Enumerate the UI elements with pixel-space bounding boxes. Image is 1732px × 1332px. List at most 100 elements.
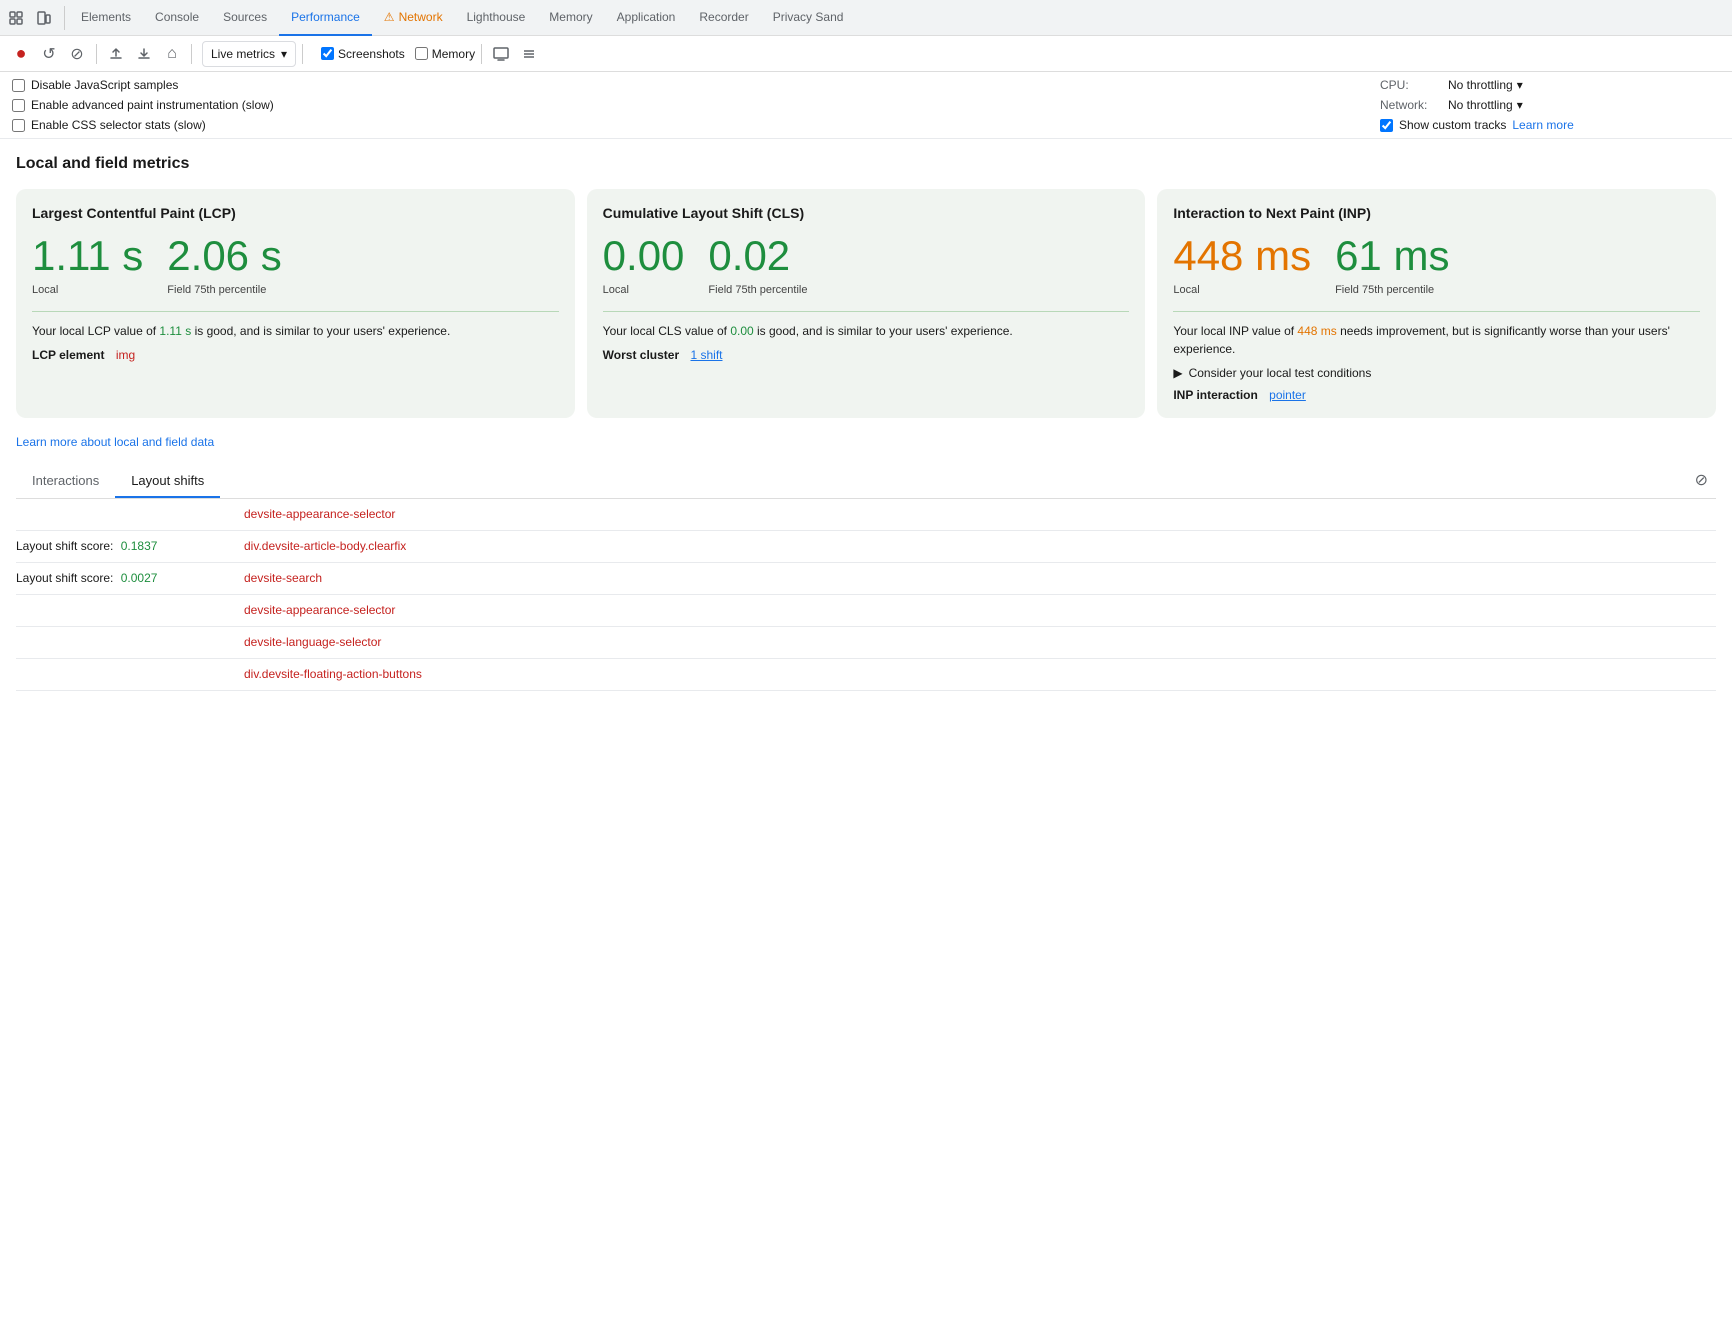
tab-application[interactable]: Application: [605, 0, 688, 36]
cls-field-label: Field 75th percentile: [708, 283, 807, 298]
disable-js-setting[interactable]: Disable JavaScript samples: [12, 78, 1380, 92]
inp-card-title: Interaction to Next Paint (INP): [1173, 205, 1700, 221]
warning-icon: ⚠: [384, 10, 395, 24]
inp-card: Interaction to Next Paint (INP) 448 ms L…: [1157, 189, 1716, 418]
list-item: Layout shift score: 0.0027 devsite-searc…: [16, 563, 1716, 595]
reload-button[interactable]: ↺: [36, 41, 62, 67]
screenshots-checkbox[interactable]: [321, 47, 334, 60]
cls-desc-suffix: is good, and is similar to your users' e…: [754, 324, 1013, 338]
toolbar-divider-2: [191, 44, 192, 64]
toolbar-divider-4: [481, 44, 482, 64]
cls-local-group: 0.00 Local: [603, 233, 685, 299]
inp-field-label: Field 75th percentile: [1335, 283, 1449, 298]
download-button[interactable]: [131, 41, 157, 67]
section-title: Local and field metrics: [16, 155, 1716, 173]
tab-lighthouse[interactable]: Lighthouse: [455, 0, 538, 36]
more-button[interactable]: [516, 41, 542, 67]
tab-network[interactable]: ⚠ ⚠ NetworkNetwork: [372, 0, 455, 36]
tab-memory[interactable]: Memory: [537, 0, 604, 36]
network-label: Network:: [1380, 98, 1440, 112]
lcp-element-row: LCP element img: [32, 348, 559, 362]
network-throttle-row: Network: No throttling ▾: [1380, 98, 1720, 112]
clear-button[interactable]: ⊘: [64, 41, 90, 67]
tab-console[interactable]: Console: [143, 0, 211, 36]
tab-interactions[interactable]: Interactions: [16, 465, 115, 498]
shift-label-1: Layout shift score: 0.1837: [16, 539, 236, 553]
metric-cards: Largest Contentful Paint (LCP) 1.11 s Lo…: [16, 189, 1716, 418]
custom-tracks-text: Show custom tracks: [1399, 118, 1506, 132]
shifts-list: devsite-appearance-selector Layout shift…: [16, 499, 1716, 691]
cls-field-group: 0.02 Field 75th percentile: [708, 233, 807, 299]
cpu-throttle-row: CPU: No throttling ▾: [1380, 78, 1720, 92]
cls-local-label: Local: [603, 283, 685, 298]
enable-paint-label: Enable advanced paint instrumentation (s…: [31, 98, 274, 112]
settings-left: Disable JavaScript samples Enable advanc…: [12, 78, 1380, 132]
memory-checkbox-label[interactable]: Memory: [415, 47, 475, 61]
lcp-description: Your local LCP value of 1.11 s is good, …: [32, 322, 559, 340]
devtools-tab-bar: Elements Console Sources Performance ⚠ ⚠…: [0, 0, 1732, 36]
lcp-local-value: 1.11 s: [32, 233, 143, 279]
tab-sources[interactable]: Sources: [211, 0, 279, 36]
cpu-dropdown-arrow: ▾: [1517, 78, 1523, 92]
enable-paint-checkbox[interactable]: [12, 99, 25, 112]
bottom-tabs: Interactions Layout shifts ⊘: [16, 465, 1716, 499]
shift-score-2: 0.0027: [121, 571, 158, 585]
inp-description: Your local INP value of 448 ms needs imp…: [1173, 322, 1700, 358]
cls-local-value: 0.00: [603, 233, 685, 279]
lcp-desc-suffix: is good, and is similar to your users' e…: [191, 324, 450, 338]
tab-layout-shifts[interactable]: Layout shifts: [115, 465, 220, 498]
list-item: devsite-language-selector: [16, 627, 1716, 659]
shift-label-2: Layout shift score: 0.0027: [16, 571, 236, 585]
enable-css-checkbox[interactable]: [12, 119, 25, 132]
disable-js-checkbox[interactable]: [12, 79, 25, 92]
custom-tracks-label[interactable]: Show custom tracks: [1380, 118, 1506, 132]
lcp-element-value[interactable]: img: [116, 348, 135, 362]
upload-button[interactable]: [103, 41, 129, 67]
inp-local-group: 448 ms Local: [1173, 233, 1311, 299]
shift-element-2[interactable]: devsite-search: [244, 571, 322, 585]
filter-icon[interactable]: ⊘: [1695, 470, 1708, 490]
cls-desc-prefix: Your local CLS value of: [603, 324, 731, 338]
inspect-icon[interactable]: [4, 6, 28, 30]
tab-recorder[interactable]: Recorder: [687, 0, 760, 36]
memory-label: Memory: [432, 47, 475, 61]
metrics-dropdown[interactable]: Live metrics ▾: [202, 41, 296, 67]
tab-privacy[interactable]: Privacy Sand: [761, 0, 856, 36]
shift-element-0[interactable]: devsite-appearance-selector: [244, 507, 395, 521]
cpu-dropdown[interactable]: No throttling ▾: [1448, 78, 1523, 92]
home-button[interactable]: ⌂: [159, 41, 185, 67]
enable-css-label: Enable CSS selector stats (slow): [31, 118, 206, 132]
record-button[interactable]: ●: [8, 41, 34, 67]
cls-field-value: 0.02: [708, 233, 807, 279]
memory-checkbox[interactable]: [415, 47, 428, 60]
shift-element-5[interactable]: div.devsite-floating-action-buttons: [244, 667, 422, 681]
cls-cluster-value[interactable]: 1 shift: [690, 348, 722, 362]
custom-tracks-learn-more[interactable]: Learn more: [1512, 118, 1573, 132]
shift-element-3[interactable]: devsite-appearance-selector: [244, 603, 395, 617]
shift-element-4[interactable]: devsite-language-selector: [244, 635, 381, 649]
settings-right: CPU: No throttling ▾ Network: No throttl…: [1380, 78, 1720, 132]
inp-consider-row[interactable]: ▶ Consider your local test conditions: [1173, 366, 1700, 380]
cpu-value: No throttling: [1448, 78, 1513, 92]
cls-desc-highlight: 0.00: [730, 324, 753, 338]
enable-paint-setting[interactable]: Enable advanced paint instrumentation (s…: [12, 98, 1380, 112]
cls-cluster-label: Worst cluster: [603, 348, 679, 362]
tab-performance[interactable]: Performance: [279, 0, 372, 36]
screenshots-checkbox-label[interactable]: Screenshots: [321, 47, 405, 61]
shift-element-1[interactable]: div.devsite-article-body.clearfix: [244, 539, 406, 553]
enable-css-setting[interactable]: Enable CSS selector stats (slow): [12, 118, 1380, 132]
lcp-local-group: 1.11 s Local: [32, 233, 143, 299]
network-dropdown[interactable]: No throttling ▾: [1448, 98, 1523, 112]
cls-divider: [603, 311, 1130, 312]
inp-interaction-value[interactable]: pointer: [1269, 388, 1306, 402]
network-dropdown-arrow: ▾: [1517, 98, 1523, 112]
list-item: devsite-appearance-selector: [16, 499, 1716, 531]
list-item: devsite-appearance-selector: [16, 595, 1716, 627]
tab-elements[interactable]: Elements: [69, 0, 143, 36]
device-mode-icon[interactable]: [32, 6, 56, 30]
screenshots-mode-button[interactable]: [488, 41, 514, 67]
learn-more-link[interactable]: Learn more about local and field data: [16, 435, 214, 449]
custom-tracks-checkbox[interactable]: [1380, 119, 1393, 132]
lcp-desc-highlight: 1.11 s: [159, 324, 191, 338]
lcp-element-label: LCP element: [32, 348, 104, 362]
